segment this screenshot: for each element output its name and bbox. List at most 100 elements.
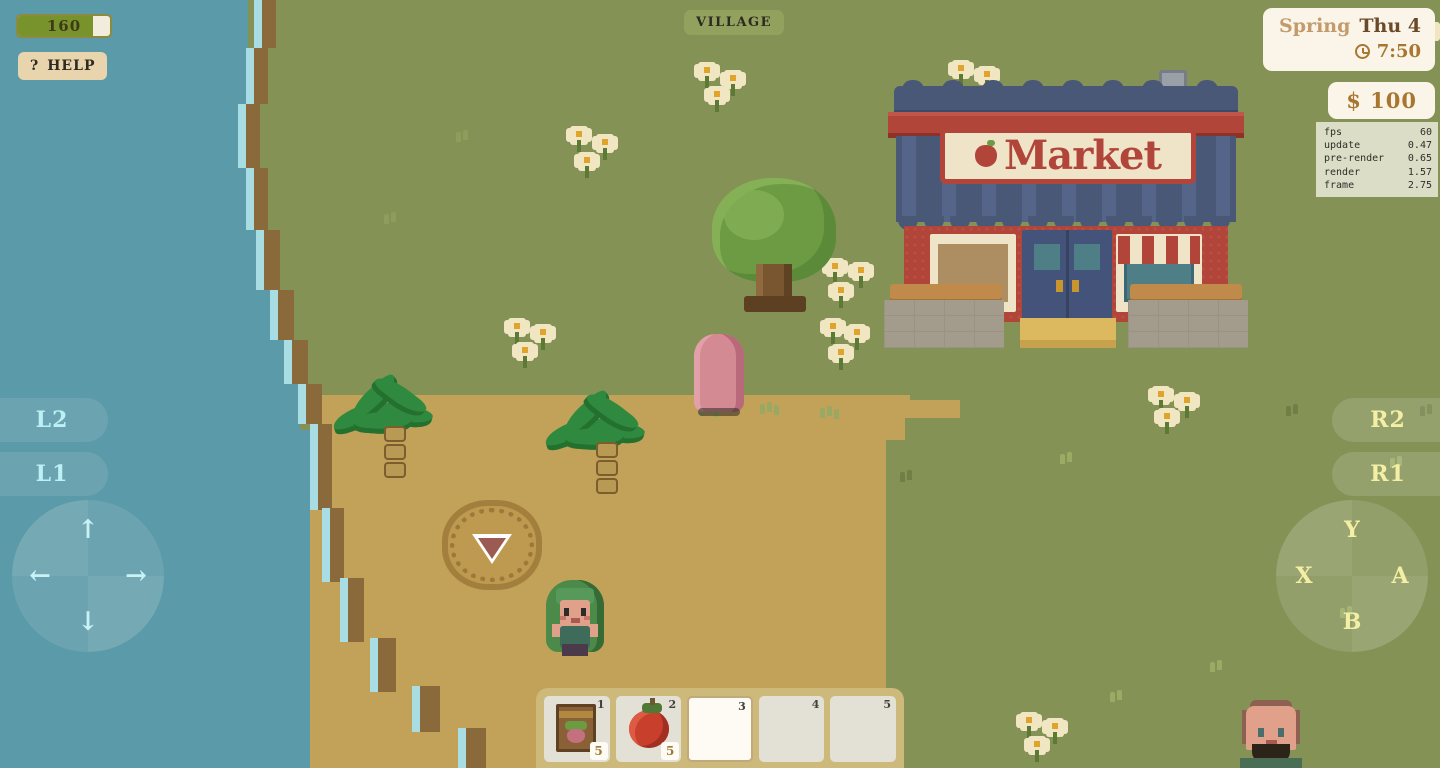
slot-number: 3 (738, 700, 746, 713)
shore-foam (254, 0, 262, 48)
flower (852, 262, 870, 288)
grass-terrain (270, 0, 340, 40)
performance-panel: fps 60 update 0.47 pre-render 0.65 render 1.… (1316, 122, 1438, 197)
market-sign-text: Market (1004, 132, 1162, 179)
perf-value: 60 (1419, 127, 1432, 138)
action-button-pad[interactable]: Y B X A (1276, 500, 1428, 652)
flower (826, 258, 844, 284)
shore-edge (378, 638, 396, 692)
button-a[interactable]: A (1380, 556, 1420, 596)
hotbar-slot-1[interactable]: 1 5 (544, 696, 610, 762)
slot-quantity: 5 (661, 742, 680, 760)
grass-tuft (900, 470, 922, 482)
slot-quantity: 5 (589, 742, 608, 760)
location-tag: VILLAGE (684, 10, 785, 35)
hotbar-slot-2[interactable]: 2 5 (615, 696, 682, 762)
shore-foam (238, 104, 246, 168)
button-r2[interactable]: R2 (1332, 398, 1440, 442)
money-amount: 100 (1370, 88, 1417, 113)
shore-edge (420, 686, 440, 732)
perf-value: 2.75 (1407, 179, 1432, 191)
dpad-right[interactable]: → (116, 556, 156, 596)
stone-base (1128, 300, 1248, 348)
money-panel: $ 100 (1328, 82, 1435, 119)
perf-label: pre-render (1324, 153, 1385, 165)
flower (708, 86, 726, 112)
button-r1[interactable]: R1 (1332, 452, 1440, 496)
shore-edge (254, 48, 268, 104)
dpad[interactable]: ↑ ↓ ← → (12, 500, 164, 652)
inventory-hotbar: 1 5 2 5 3 4 5 (536, 688, 904, 768)
perf-label: render (1324, 166, 1361, 178)
shore-foam (246, 48, 254, 104)
flower (578, 152, 596, 178)
hotbar-slot-3[interactable]: 3 (687, 696, 753, 762)
apple-icon (975, 140, 998, 167)
pink-rock[interactable] (694, 334, 744, 416)
hotbar-slot-5[interactable]: 5 (830, 696, 896, 762)
season-label: Spring (1279, 15, 1351, 37)
currency-symbol: $ (1346, 88, 1362, 113)
shore-foam (284, 340, 292, 384)
game-world: Market (0, 0, 1440, 768)
shore-edge (348, 578, 364, 642)
energy-value: 160 (46, 17, 82, 35)
grass-terrain (254, 100, 344, 170)
market-building[interactable]: Market (884, 70, 1248, 370)
dpad-down[interactable]: ↓ (68, 602, 108, 642)
market-door[interactable] (1022, 230, 1112, 322)
flower (1178, 392, 1196, 418)
flower (848, 324, 866, 350)
flower (1158, 408, 1176, 434)
shore-foam (370, 638, 378, 692)
grass-tuft (1210, 660, 1232, 672)
slot-number: 1 (596, 698, 605, 711)
flower (698, 62, 716, 88)
flower (1046, 718, 1064, 744)
help-button-label: HELP (47, 58, 96, 74)
help-button[interactable]: ? HELP (18, 52, 108, 80)
grass-tuft (384, 212, 406, 224)
shore-edge (246, 104, 260, 168)
slot-number: 5 (883, 698, 891, 711)
button-l1[interactable]: L1 (0, 452, 108, 496)
shore-edge (318, 424, 332, 510)
stone-base (884, 300, 1004, 348)
dpad-up[interactable]: ↑ (68, 510, 108, 550)
flower (570, 126, 588, 152)
grass-tuft (1060, 452, 1082, 464)
sand-terrain (334, 510, 924, 580)
tile-cursor (472, 534, 512, 564)
game-screen: Market 160 ? HELP VILLAGE Spring Thu 4 7… (0, 0, 1440, 768)
flower (832, 282, 850, 308)
grass-terrain (262, 40, 342, 100)
date-panel: Spring Thu 4 7:50 (1263, 8, 1435, 71)
grass-tuft (820, 406, 842, 419)
entrance-step (1020, 318, 1116, 348)
button-y[interactable]: Y (1332, 510, 1372, 550)
button-l2[interactable]: L2 (0, 398, 108, 442)
shore-edge (292, 340, 308, 384)
grass-tuft (1286, 404, 1308, 416)
tree-canopy-highlight (724, 190, 784, 240)
perf-label: frame (1324, 179, 1355, 191)
shore-foam (458, 728, 466, 768)
slot-number: 4 (811, 698, 820, 711)
clock-icon (1354, 43, 1370, 59)
shore-edge (466, 728, 486, 768)
shore-foam (298, 384, 306, 424)
button-b[interactable]: B (1332, 602, 1372, 642)
flower (534, 324, 552, 350)
grass-tuft (1110, 690, 1132, 702)
market-sign: Market (940, 128, 1196, 184)
shore-edge (330, 508, 344, 582)
grass-terrain (282, 290, 372, 340)
villager-npc[interactable] (1240, 700, 1302, 768)
shore-foam (340, 578, 348, 642)
flower (1028, 736, 1046, 762)
flower (1020, 712, 1038, 738)
dpad-left[interactable]: ← (20, 556, 60, 596)
grass-terrain (270, 230, 360, 290)
hotbar-slot-4[interactable]: 4 (758, 696, 825, 762)
button-x[interactable]: X (1284, 556, 1324, 596)
